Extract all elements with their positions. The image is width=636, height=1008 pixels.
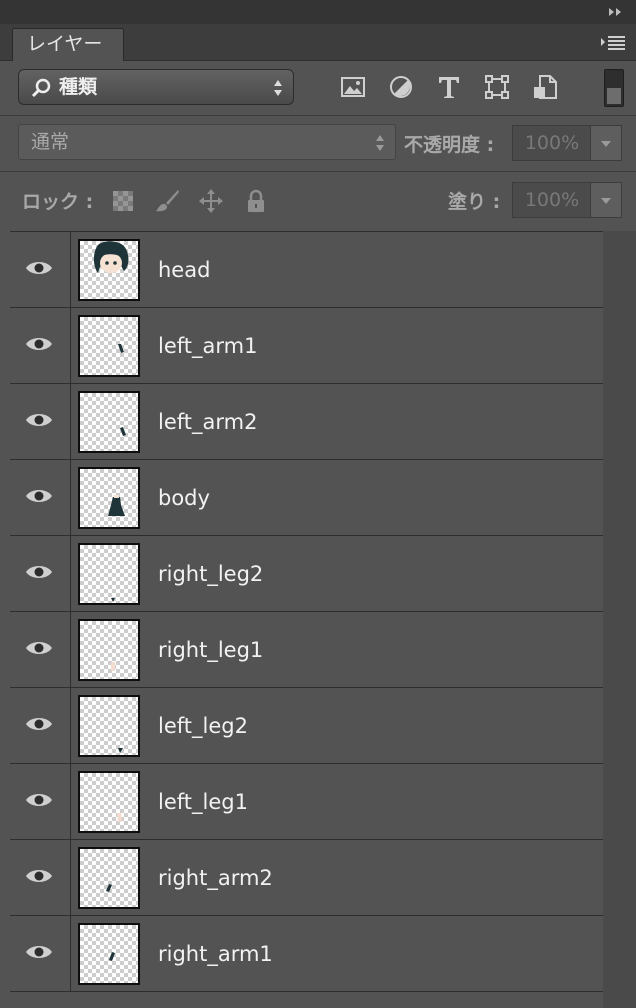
layer-row-left-arm2[interactable]: left_arm2 xyxy=(10,384,603,460)
lock-image-pixels-brush-icon[interactable] xyxy=(154,188,180,214)
panel-top-strip xyxy=(0,0,636,24)
layer-row-right-leg2[interactable]: right_leg2 xyxy=(10,536,603,612)
eye-icon xyxy=(26,946,52,958)
visibility-toggle[interactable] xyxy=(10,232,71,307)
chevron-down-icon xyxy=(601,141,611,147)
updown-arrows-icon xyxy=(376,135,384,151)
fill-label: 塗り : xyxy=(448,191,501,213)
visibility-toggle[interactable] xyxy=(10,460,71,535)
smart-object-filter-icon[interactable] xyxy=(531,73,559,101)
shape-layer-filter-icon[interactable] xyxy=(483,73,511,101)
head-thumbnail-art xyxy=(93,241,129,273)
eye-icon xyxy=(26,262,52,274)
layer-name: left_arm2 xyxy=(158,410,258,434)
eye-icon xyxy=(26,338,52,350)
eye-icon xyxy=(26,794,52,806)
layer-thumbnail xyxy=(78,239,140,301)
layer-name: left_leg1 xyxy=(158,790,248,814)
opacity-input[interactable]: 100% xyxy=(512,125,592,161)
lock-position-move-icon[interactable] xyxy=(198,188,224,214)
panel-menu-icon[interactable] xyxy=(600,34,626,50)
eye-icon xyxy=(26,490,52,502)
filter-toggle-knob xyxy=(607,88,621,104)
layer-name: right_leg2 xyxy=(158,562,264,586)
blend-mode-select[interactable]: 通常 xyxy=(18,124,396,160)
panel-tab-bar: レイヤー xyxy=(0,24,636,61)
layer-row-right-arm2[interactable]: right_arm2 xyxy=(10,840,603,916)
eye-icon xyxy=(26,642,52,654)
visibility-toggle[interactable] xyxy=(10,536,71,611)
visibility-toggle[interactable] xyxy=(10,688,71,763)
layer-name: right_leg1 xyxy=(158,638,264,662)
filter-toggle-switch[interactable] xyxy=(604,69,624,107)
left-leg1-thumbnail-art xyxy=(117,813,122,822)
opacity-dropdown-button[interactable] xyxy=(590,125,622,161)
chevron-down-icon xyxy=(601,198,611,204)
eye-icon xyxy=(26,870,52,882)
layer-thumbnail xyxy=(78,771,140,833)
collapse-panel-icon[interactable] xyxy=(608,6,622,18)
pixel-layer-filter-icon[interactable] xyxy=(339,73,367,101)
eye-icon xyxy=(26,718,52,730)
right-arm1-thumbnail-art xyxy=(109,952,115,961)
layer-name: head xyxy=(158,258,211,282)
blend-mode-label: 通常 xyxy=(31,131,70,153)
layer-row-left-leg1[interactable]: left_leg1 xyxy=(10,764,603,840)
lock-row: ロック : 塗り : 100% xyxy=(0,172,636,230)
right-leg2-thumbnail-art xyxy=(111,598,115,602)
search-icon xyxy=(31,78,51,98)
visibility-toggle[interactable] xyxy=(10,308,71,383)
left-leg2-thumbnail-art xyxy=(118,748,123,753)
layer-thumbnail xyxy=(78,923,140,985)
lock-all-padlock-icon[interactable] xyxy=(243,188,269,214)
visibility-toggle[interactable] xyxy=(10,612,71,687)
right-arm2-thumbnail-art xyxy=(106,884,112,892)
fill-dropdown-button[interactable] xyxy=(590,182,622,218)
right-leg1-thumbnail-art xyxy=(111,662,115,671)
layer-thumbnail xyxy=(78,543,140,605)
layer-thumbnail xyxy=(78,695,140,757)
visibility-toggle[interactable] xyxy=(10,840,71,915)
blend-mode-row: 通常 不透明度 : 100% xyxy=(0,116,636,172)
fill-input[interactable]: 100% xyxy=(512,182,592,218)
layer-row-left-leg2[interactable]: left_leg2 xyxy=(10,688,603,764)
visibility-toggle[interactable] xyxy=(10,916,71,991)
layer-row-body[interactable]: body xyxy=(10,460,603,536)
lock-label: ロック : xyxy=(22,191,94,213)
layer-name: left_leg2 xyxy=(158,714,248,738)
layer-list-scrollbar[interactable] xyxy=(603,231,636,1008)
updown-arrows-icon xyxy=(274,80,282,96)
layer-row-right-arm1[interactable]: right_arm1 xyxy=(10,916,603,992)
layer-list: head left_arm1 left_arm2 body right_leg2… xyxy=(10,231,603,1004)
layer-row-left-arm1[interactable]: left_arm1 xyxy=(10,308,603,384)
opacity-label: 不透明度 : xyxy=(404,134,495,156)
layer-name: left_arm1 xyxy=(158,334,258,358)
layer-row-head[interactable]: head xyxy=(10,232,603,308)
layer-thumbnail xyxy=(78,619,140,681)
visibility-toggle[interactable] xyxy=(10,764,71,839)
type-layer-filter-icon[interactable] xyxy=(435,73,463,101)
adjustment-layer-filter-icon[interactable] xyxy=(387,73,415,101)
body-thumbnail-art xyxy=(108,495,125,516)
eye-icon xyxy=(26,414,52,426)
layer-name: right_arm2 xyxy=(158,866,273,890)
filter-kind-label: 種類 xyxy=(59,76,98,98)
layer-name: body xyxy=(158,486,210,510)
layer-row-right-leg1[interactable]: right_leg1 xyxy=(10,612,603,688)
layer-filter-row: 種類 xyxy=(0,61,636,116)
layer-thumbnail xyxy=(78,467,140,529)
layer-thumbnail xyxy=(78,315,140,377)
layer-thumbnail xyxy=(78,847,140,909)
filter-kind-select[interactable]: 種類 xyxy=(18,69,294,105)
layer-thumbnail xyxy=(78,391,140,453)
left-arm1-thumbnail-art xyxy=(118,344,124,353)
left-arm2-thumbnail-art xyxy=(120,427,126,436)
tab-layers[interactable]: レイヤー xyxy=(12,28,124,61)
eye-icon xyxy=(26,566,52,578)
layer-name: right_arm1 xyxy=(158,942,273,966)
lock-transparent-pixels-icon[interactable] xyxy=(110,188,136,214)
visibility-toggle[interactable] xyxy=(10,384,71,459)
